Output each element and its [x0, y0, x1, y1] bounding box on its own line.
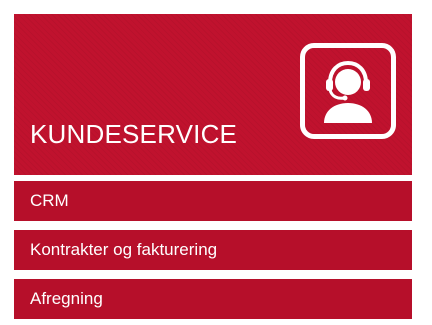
kundeservice-tile[interactable]: KUNDESERVICE: [14, 14, 412, 175]
tile-title: KUNDESERVICE: [30, 119, 238, 149]
menu-item-crm[interactable]: CRM: [14, 181, 412, 221]
menu-item-kontrakter-og-fakturering[interactable]: Kontrakter og fakturering: [14, 230, 412, 270]
menu-item-afregning[interactable]: Afregning: [14, 279, 412, 319]
headset-agent-icon: [300, 43, 396, 139]
